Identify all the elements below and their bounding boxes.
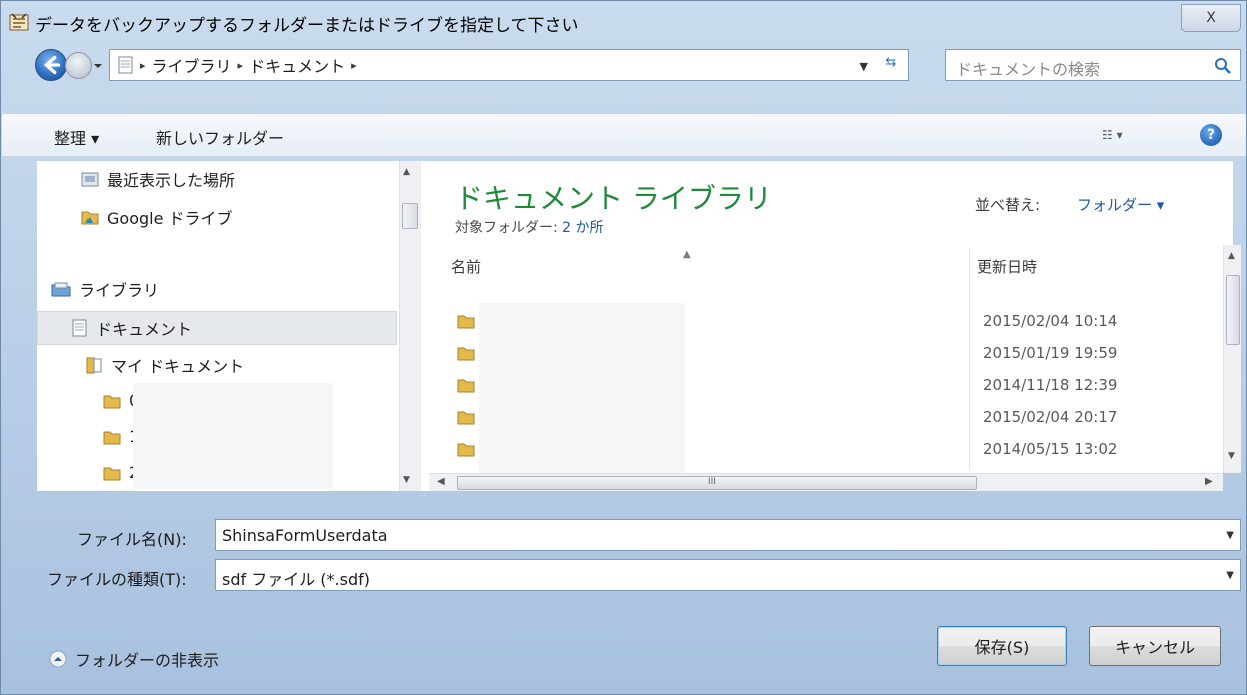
column-header-modified[interactable]: 更新日時: [977, 256, 1037, 286]
filename-combobox[interactable]: ShinsaFormUserdata ▼: [215, 519, 1241, 551]
breadcrumb-separator: ▸: [237, 58, 244, 72]
scroll-up-icon[interactable]: ▲: [403, 167, 410, 177]
file-date: 2014/05/15 13:02: [983, 440, 1118, 458]
filetype-value: sdf ファイル (*.sdf): [222, 570, 370, 589]
nav-item-my-documents[interactable]: マイ ドキュメント: [85, 353, 244, 377]
window-title: データをバックアップするフォルダーまたはドライブを指定して下さい: [35, 16, 579, 36]
breadcrumb-separator: ▸: [351, 58, 357, 72]
vertical-scroll-thumb[interactable]: [1226, 275, 1240, 345]
folder-icon: [457, 315, 475, 329]
breadcrumb-separator: ▸: [140, 58, 146, 72]
library-locations: 対象フォルダー: 2 か所: [455, 217, 604, 237]
navigation-pane: 最近表示した場所 Google ドライブ ライブラリ ドキュメント マイ ドキュ…: [37, 161, 429, 491]
folder-icon: [457, 379, 475, 393]
new-folder-button[interactable]: 新しいフォルダー: [156, 125, 284, 149]
recent-places-icon: [81, 172, 99, 187]
filetype-select[interactable]: sdf ファイル (*.sdf) ▼: [215, 559, 1241, 591]
refresh-icon[interactable]: ⇆: [880, 55, 902, 75]
scroll-right-icon[interactable]: ▶: [1205, 476, 1213, 487]
file-list-pane: ドキュメント ライブラリ 対象フォルダー: 2 か所 並べ替え: フォルダー ▾…: [429, 161, 1233, 473]
organize-menu-button[interactable]: 整理 ▾: [54, 125, 99, 149]
scroll-grip-icon: III: [708, 477, 716, 487]
change-view-button[interactable]: ☷ ▾: [1102, 128, 1123, 142]
folder-icon: [103, 395, 121, 408]
nav-item-label: 最近表示した場所: [107, 171, 236, 190]
scroll-up-icon[interactable]: ▲: [1228, 251, 1235, 261]
back-arrow-icon: [43, 55, 61, 75]
file-date: 2014/11/18 12:39: [983, 376, 1118, 394]
document-library-icon: [118, 56, 133, 74]
breadcrumb: ▸ ライブラリ ▸ ドキュメント ▸: [134, 53, 357, 77]
file-date: 2015/02/04 10:14: [983, 312, 1118, 330]
collapse-icon: [49, 650, 67, 668]
help-icon[interactable]: ?: [1200, 124, 1222, 146]
search-icon[interactable]: [1214, 57, 1232, 75]
filename-label: ファイル名(N):: [77, 530, 187, 549]
nav-item-label: ドキュメント: [96, 320, 193, 339]
nav-item-label: ライブラリ: [79, 281, 160, 300]
nav-item-label: マイ ドキュメント: [111, 357, 245, 376]
sort-ascending-icon: ▲: [683, 249, 691, 260]
library-icon: [51, 282, 71, 297]
arrange-by-dropdown[interactable]: フォルダー ▾: [1077, 194, 1164, 215]
breadcrumb-library[interactable]: ライブラリ: [152, 53, 232, 77]
hide-folders-label: フォルダーの非表示: [75, 651, 220, 670]
close-icon: X: [1206, 10, 1216, 26]
google-drive-icon: [81, 211, 99, 225]
library-title: ドキュメント ライブラリ: [455, 182, 772, 215]
navigation-row: ▸ ライブラリ ▸ ドキュメント ▸ ▼ ⇆ ドキュメントの検索: [1, 45, 1246, 89]
locations-label: 対象フォルダー:: [455, 220, 563, 236]
forward-button[interactable]: [65, 52, 92, 79]
chevron-down-icon[interactable]: ▼: [1226, 530, 1234, 541]
breadcrumb-documents[interactable]: ドキュメント: [249, 53, 345, 77]
scroll-down-icon[interactable]: ▼: [1228, 451, 1235, 461]
save-dialog: データをバックアップするフォルダーまたはドライブを指定して下さい X ▸ ライブ…: [0, 0, 1247, 695]
file-date: 2015/01/19 19:59: [983, 344, 1118, 362]
filename-input[interactable]: ShinsaFormUserdata: [222, 526, 388, 545]
filetype-label: ファイルの種類(T):: [47, 570, 187, 589]
folder-icon: [457, 347, 475, 361]
folder-icon: [103, 431, 121, 444]
history-dropdown-icon[interactable]: [93, 61, 103, 71]
address-bar[interactable]: ▸ ライブラリ ▸ ドキュメント ▸ ▼ ⇆: [109, 49, 909, 81]
scroll-left-icon[interactable]: ◀: [437, 476, 445, 487]
folder-icon: [457, 411, 475, 425]
folder-icon: [457, 443, 475, 457]
folder-icon: [103, 467, 121, 480]
title-bar: データをバックアップするフォルダーまたはドライブを指定して下さい X: [1, 1, 1246, 41]
app-icon: [9, 13, 29, 31]
chevron-down-icon[interactable]: ▼: [1226, 570, 1234, 581]
arrange-by-label: 並べ替え:: [975, 196, 1041, 214]
nav-pane-scrollbar[interactable]: ▲ ▼: [399, 161, 421, 491]
hide-folders-toggle[interactable]: フォルダーの非表示: [49, 647, 219, 671]
locations-link[interactable]: 2 か所: [562, 220, 603, 236]
save-button[interactable]: 保存(S): [937, 626, 1067, 666]
documents-icon: [72, 319, 87, 337]
search-box[interactable]: ドキュメントの検索: [945, 49, 1241, 81]
command-toolbar: 整理 ▾ 新しいフォルダー ☷ ▾ ?: [2, 113, 1246, 157]
nav-item-recent-places[interactable]: 最近表示した場所: [81, 167, 235, 191]
nav-item-label: Google ドライブ: [107, 209, 233, 228]
column-header-name[interactable]: 名前: [451, 256, 481, 286]
redacted-area: [479, 303, 685, 473]
nav-item-libraries[interactable]: ライブラリ: [51, 277, 159, 301]
file-date: 2015/02/04 20:17: [983, 408, 1118, 426]
folder-icon: [86, 357, 102, 374]
nav-item-documents[interactable]: ドキュメント: [37, 311, 397, 345]
scroll-down-icon[interactable]: ▼: [403, 475, 410, 485]
address-dropdown-icon[interactable]: ▼: [860, 60, 868, 73]
horizontal-scroll-thumb[interactable]: III: [457, 476, 977, 490]
cancel-button[interactable]: キャンセル: [1089, 626, 1221, 666]
back-button[interactable]: [35, 49, 67, 81]
close-button[interactable]: X: [1181, 4, 1241, 32]
search-input[interactable]: ドキュメントの検索: [956, 56, 1100, 80]
file-list-vertical-scrollbar[interactable]: ▲ ▼: [1223, 245, 1241, 473]
nav-scroll-thumb[interactable]: [402, 203, 418, 229]
nav-item-google-drive[interactable]: Google ドライブ: [81, 205, 233, 229]
redacted-area: [133, 383, 333, 489]
file-list-horizontal-scrollbar[interactable]: ◀ III ▶: [429, 473, 1223, 491]
